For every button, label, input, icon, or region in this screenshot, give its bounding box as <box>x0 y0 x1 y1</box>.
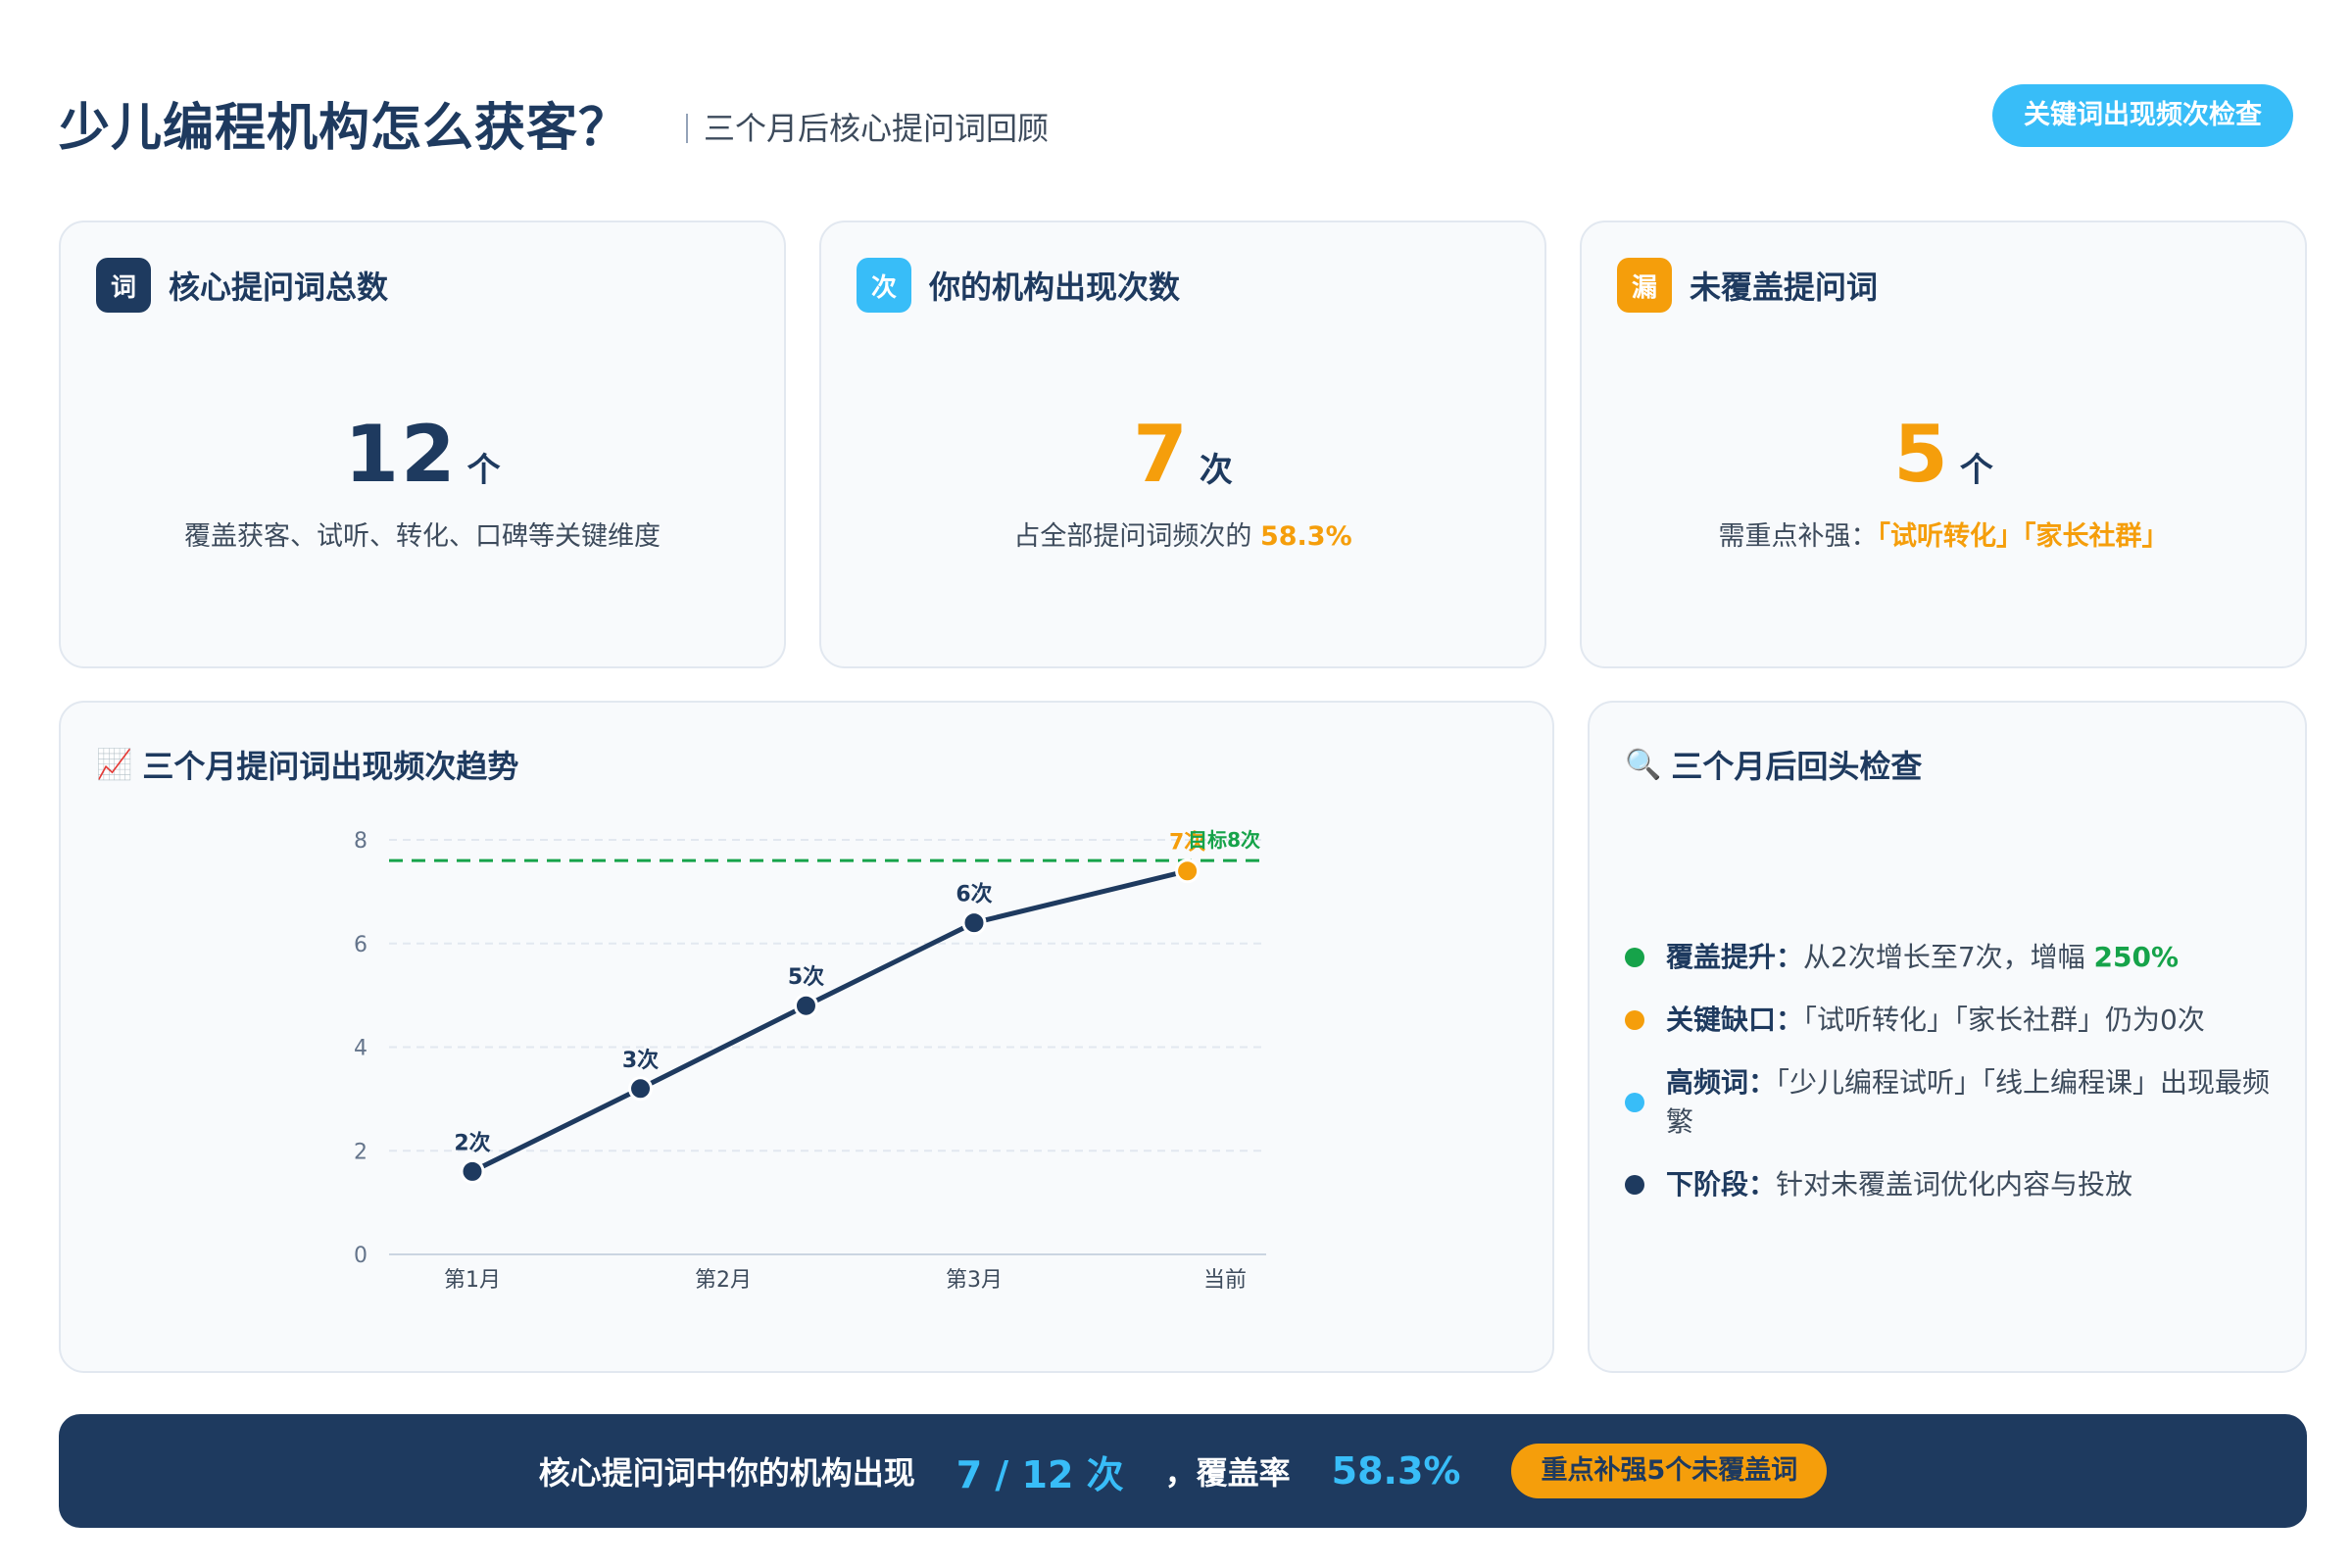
list-item: 下阶段：针对未覆盖词优化内容与投放 <box>1625 1165 2272 1204</box>
stat-desc-text: 需重点补强： <box>1718 521 1878 552</box>
stat-description: 覆盖获客、试听、转化、口碑等关键维度 <box>61 514 784 553</box>
check-list: 覆盖提升：从2次增长至7次，增幅 250% 关键缺口：「试听转化」「家长社群」仍… <box>1625 938 2272 1228</box>
stat-description: 需重点补强：「试听转化」「家长社群」 <box>1582 514 2305 553</box>
data-label: 6次 <box>956 882 992 907</box>
stat-unit: 个 <box>466 451 501 490</box>
x-tick-label: 当前 <box>1203 1268 1247 1293</box>
target-label: 目标8次 <box>1188 828 1260 852</box>
list-item: 覆盖提升：从2次增长至7次，增幅 250% <box>1625 938 2272 977</box>
y-tick-label: 6 <box>354 933 368 957</box>
summary-bar: 核心提问词中你的机构出现 7 / 12 次 ，覆盖率 58.3% 重点补强5个未… <box>59 1414 2307 1528</box>
y-tick-label: 4 <box>354 1037 368 1061</box>
item-text: 「试听转化」「家长社群」仍为0次 <box>1803 1004 2205 1036</box>
data-label: 3次 <box>622 1048 659 1073</box>
item-highlight: 250% <box>2093 941 2180 973</box>
series-line <box>469 868 1191 1174</box>
data-label: 5次 <box>788 964 824 990</box>
y-tick-label: 8 <box>354 829 368 854</box>
bullet-dot <box>1625 1175 1644 1195</box>
stat-number: 7 <box>1133 409 1190 500</box>
stat-title: 你的机构出现次数 <box>929 269 1181 306</box>
summary-text: 核心提问词中你的机构出现 <box>538 1454 915 1492</box>
bullet-dot <box>1625 948 1644 967</box>
review-check-card: 🔍 三个月后回头检查 覆盖提升：从2次增长至7次，增幅 250% 关键缺口：「试… <box>1588 701 2307 1373</box>
list-item: 高频词：「少儿编程试听」「线上编程课」出现最频繁 <box>1625 1063 2272 1142</box>
data-point <box>460 1158 485 1184</box>
data-label: 2次 <box>454 1130 490 1155</box>
stat-badge-icon: 次 <box>857 258 911 313</box>
summary-rate: 58.3% <box>1331 1449 1461 1493</box>
stat-head: 次 你的机构出现次数 <box>857 258 1180 313</box>
bullet-dot <box>1625 1093 1644 1112</box>
stat-card-appearances: 次 你的机构出现次数 7次 占全部提问词频次的 58.3% <box>819 220 1546 668</box>
stat-description: 占全部提问词频次的 58.3% <box>821 514 1544 553</box>
stat-number: 12 <box>344 409 458 500</box>
subtitle-divider <box>686 114 688 143</box>
list-item: 关键缺口：「试听转化」「家长社群」仍为0次 <box>1625 1001 2272 1040</box>
y-tick-label: 0 <box>354 1244 368 1268</box>
stat-desc-highlight: 「试听转化」「家长社群」 <box>1877 521 2169 552</box>
stat-card-total-keywords: 词 核心提问词总数 12 个 覆盖获客、试听、转化、口碑等关键维度 <box>59 220 786 668</box>
item-label: 覆盖提升： <box>1666 941 1804 973</box>
x-tick-label: 第2月 <box>695 1268 752 1293</box>
subtitle-text: 三个月后核心提问词回顾 <box>704 110 1050 147</box>
stat-unit: 个 <box>1959 451 1993 490</box>
x-tick-label: 第3月 <box>946 1268 1003 1293</box>
y-tick-label: 2 <box>354 1140 368 1164</box>
page-subtitle: 三个月后核心提问词回顾 <box>686 104 1049 149</box>
stat-value: 12 个 <box>61 409 784 500</box>
magnifier-icon: 🔍 <box>1625 747 1662 782</box>
check-panel-title: 🔍 三个月后回头检查 <box>1625 742 1922 787</box>
check-title: 三个月后回头检查 <box>1671 748 1923 785</box>
stat-value: 7次 <box>821 409 1544 500</box>
summary-action-badge[interactable]: 重点补强5个未覆盖词 <box>1511 1444 1828 1498</box>
summary-rate-label: ，覆盖率 <box>1164 1454 1291 1492</box>
line-chart: 02468第1月 第2月 第3月 当前2次3次5次6次7次目标8次 <box>354 828 1266 1293</box>
stat-title: 未覆盖提问词 <box>1690 269 1879 306</box>
stat-card-uncovered: 漏 未覆盖提问词 5个 需重点补强：「试听转化」「家长社群」 <box>1580 220 2307 668</box>
item-text: 从2次增长至7次，增幅 <box>1803 941 2094 973</box>
bullet-dot <box>1625 1010 1644 1030</box>
stat-title: 核心提问词总数 <box>169 269 389 306</box>
item-label: 关键缺口： <box>1666 1004 1804 1036</box>
stat-number: 5 <box>1893 409 1950 500</box>
stat-head: 漏 未覆盖提问词 <box>1617 258 1878 313</box>
item-label: 高频词： <box>1666 1066 1777 1099</box>
stat-badge-icon: 词 <box>96 258 151 313</box>
stat-desc-highlight: 58.3% <box>1259 521 1352 552</box>
stat-value: 5个 <box>1582 409 2305 500</box>
item-label: 下阶段： <box>1666 1168 1777 1200</box>
x-tick-label: 第1月 <box>444 1268 501 1293</box>
stat-desc-text: 覆盖获客、试听、转化、口碑等关键维度 <box>184 521 661 552</box>
item-text: 针对未覆盖词优化内容与投放 <box>1776 1168 2133 1200</box>
trend-chart-card: 📈 三个月提问词出现频次趋势 0 2 4 6 8 第1月 第2月 第3月 当前 2次 3次 5次 6次 7… <box>59 701 1554 1373</box>
header: 少儿编程机构怎么获客？ 三个月后核心提问词回顾 关键词出现频次检查 <box>59 78 2293 167</box>
summary-count: 7 / 12 次 <box>956 1452 1124 1496</box>
data-point <box>793 993 818 1018</box>
keyword-check-button[interactable]: 关键词出现频次检查 <box>1992 84 2293 147</box>
stat-head: 词 核心提问词总数 <box>96 258 388 313</box>
data-point <box>628 1076 654 1102</box>
stat-badge-icon: 漏 <box>1617 258 1672 313</box>
data-point <box>961 910 987 936</box>
stat-unit: 次 <box>1199 451 1233 490</box>
page-title: 少儿编程机构怎么获客？ <box>59 99 631 158</box>
stat-desc-text: 占全部提问词频次的 <box>1013 521 1260 552</box>
data-point <box>1175 858 1200 884</box>
